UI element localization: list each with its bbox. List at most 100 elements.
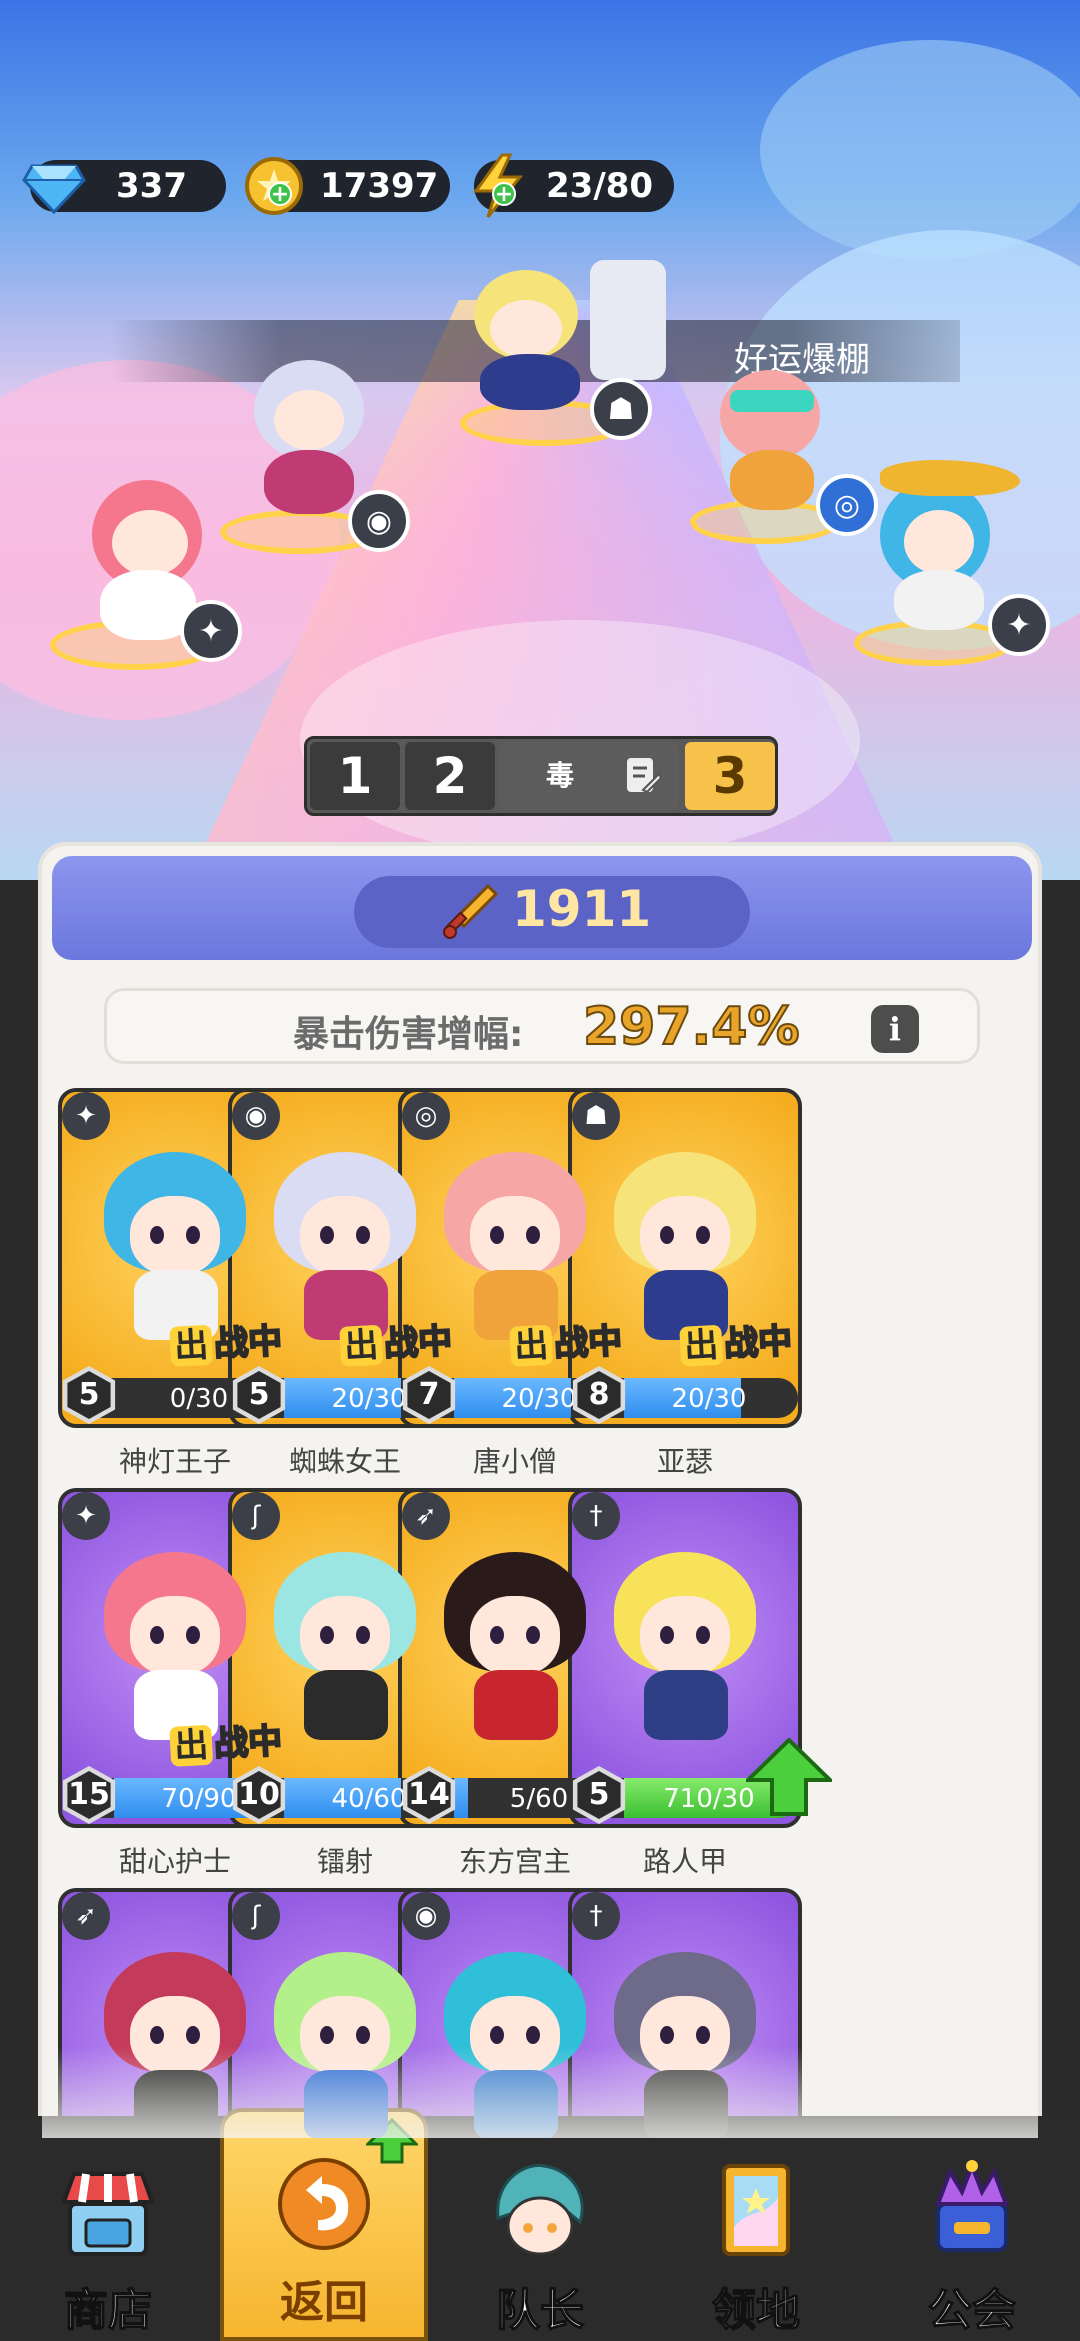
hero-level-value: 10: [237, 1771, 281, 1819]
crit-value: 297.4%: [582, 996, 801, 1058]
team-tab-2[interactable]: 2: [405, 742, 495, 810]
deployed-badge-out: 出: [169, 1324, 214, 1367]
deployed-badge: 出战中: [501, 1313, 631, 1369]
upgrade-arrow-icon[interactable]: [746, 1738, 832, 1816]
captain-avatar-icon: [496, 2163, 584, 2256]
hero-card[interactable]: † 710/30 5 路人甲: [568, 1488, 832, 1878]
hero-level-value: 5: [237, 1371, 281, 1419]
power-value: 1911: [512, 880, 652, 938]
deployed-badge: 出战中: [161, 1313, 291, 1369]
hook-icon: ʃ: [232, 1892, 280, 1940]
hero-portrait: [608, 1552, 762, 1742]
battle-scene: 337 + 17397 + 23/80 好运爆棚 ✦ ◉ ☗ ◎ ✦ 1 2 毒…: [0, 0, 1080, 880]
gems-counter[interactable]: 337: [22, 160, 226, 214]
cloud: [760, 40, 1080, 260]
nav-captain[interactable]: 队长: [432, 2116, 648, 2341]
deployed-badge-text: 战中: [212, 1320, 284, 1366]
team-power: 1911: [354, 876, 750, 948]
power-bar: 1911: [52, 856, 1032, 960]
gold-coin-icon: +: [240, 152, 308, 220]
energy-counter[interactable]: + 23/80: [473, 153, 674, 218]
hero-level-value: 5: [67, 1371, 111, 1419]
nav-territory-label: 领地: [711, 2284, 801, 2337]
hero-level-value: 14: [407, 1771, 451, 1819]
deployed-badge-out: 出: [679, 1324, 724, 1367]
portal-door-icon: [722, 2164, 790, 2256]
deployed-badge: 出战中: [161, 1713, 291, 1769]
wings-icon: ✦: [988, 594, 1050, 656]
nav-territory[interactable]: 领地: [648, 2116, 864, 2341]
gems-value: 337: [116, 166, 187, 206]
hero-name: 亚瑟: [656, 1445, 713, 1478]
hero-portrait: [438, 1552, 592, 1742]
potion-icon: ◉: [348, 490, 410, 552]
back-arrow-icon: [278, 2158, 370, 2250]
hero-portrait: [98, 1152, 252, 1342]
hero-portrait: [268, 1152, 422, 1342]
deployed-badge-out: 出: [339, 1324, 384, 1367]
deployed-badge-text: 战中: [552, 1320, 624, 1366]
hero-level-value: 5: [577, 1771, 621, 1819]
deployed-badge-out: 出: [169, 1724, 214, 1767]
deployed-badge: 出战中: [331, 1313, 461, 1369]
bottom-nav: 商店 返回 队长 领地 公会: [0, 2108, 1080, 2341]
hero-card[interactable]: ☗ 出战中 20/30 8 亚瑟: [568, 1088, 802, 1478]
scene-hero-arthur[interactable]: ☗: [440, 250, 680, 450]
hook-icon: ʃ: [232, 1492, 280, 1540]
potion-icon: ◉: [402, 1892, 450, 1940]
add-energy-icon[interactable]: +: [492, 182, 516, 206]
lightning-icon: +: [464, 152, 532, 220]
helmet-icon: ☗: [590, 378, 652, 440]
team-tab-1[interactable]: 1: [310, 742, 400, 810]
spiral-icon: ◎: [402, 1092, 450, 1140]
sword-icon: †: [572, 1492, 620, 1540]
crit-damage-bonus: 暴击伤害增幅: 297.4% i: [104, 988, 980, 1064]
nav-shop-label: 商店: [63, 2284, 153, 2337]
sword-icon: †: [572, 1892, 620, 1940]
list-fade: [42, 2046, 1038, 2138]
wings-icon: ✦: [62, 1092, 110, 1140]
hero-portrait: [608, 1152, 762, 1342]
scene-hero-lamp-prince[interactable]: ✦: [840, 460, 1060, 680]
hero-level-value: 15: [67, 1771, 111, 1819]
nav-back-label: 返回: [280, 2277, 368, 2328]
nav-captain-label: 队长: [495, 2284, 585, 2337]
add-gold-icon[interactable]: +: [268, 182, 292, 206]
deployed-badge-text: 战中: [212, 1720, 284, 1766]
edit-icon[interactable]: [625, 756, 661, 796]
hero-portrait: [268, 1552, 422, 1742]
deployed-badge-text: 战中: [722, 1320, 794, 1366]
potion-icon: ◉: [232, 1092, 280, 1140]
deployed-badge-out: 出: [509, 1324, 554, 1367]
deployed-badge-text: 战中: [382, 1320, 454, 1366]
scene-hero-spider-queen[interactable]: ◉: [210, 350, 410, 554]
wings-icon: ✦: [62, 1492, 110, 1540]
sword-icon: [443, 883, 499, 939]
gold-value: 17397: [320, 166, 439, 206]
shop-icon: [61, 2172, 155, 2256]
team-selector: 1 2 毒 3: [304, 736, 778, 816]
bow-icon: ➶: [402, 1492, 450, 1540]
wings-icon: ✦: [180, 600, 242, 662]
diamond-icon: [20, 152, 88, 220]
hero-portrait: [98, 1552, 252, 1742]
nav-back[interactable]: 返回: [216, 2108, 432, 2341]
info-icon[interactable]: i: [871, 1005, 919, 1053]
crit-label: 暴击伤害增幅:: [293, 1014, 524, 1055]
bow-icon: ➶: [62, 1892, 110, 1940]
team-name-label: 毒: [545, 759, 574, 792]
team-tab-3[interactable]: 3: [685, 742, 775, 810]
hero-level-value: 8: [577, 1371, 621, 1419]
nav-guild[interactable]: 公会: [864, 2116, 1080, 2341]
guild-crown-icon: [935, 2160, 1009, 2252]
deployed-badge: 出战中: [671, 1313, 801, 1369]
nav-shop[interactable]: 商店: [0, 2116, 216, 2341]
hero-name: 路人甲: [642, 1845, 727, 1878]
energy-value: 23/80: [546, 166, 654, 206]
team-name-field[interactable]: 毒: [499, 742, 679, 810]
helmet-icon: ☗: [572, 1092, 620, 1140]
hero-portrait: [438, 1152, 592, 1342]
nav-guild-label: 公会: [927, 2284, 1017, 2337]
gold-counter[interactable]: + 17397: [245, 157, 450, 215]
hero-level-value: 7: [407, 1371, 451, 1419]
